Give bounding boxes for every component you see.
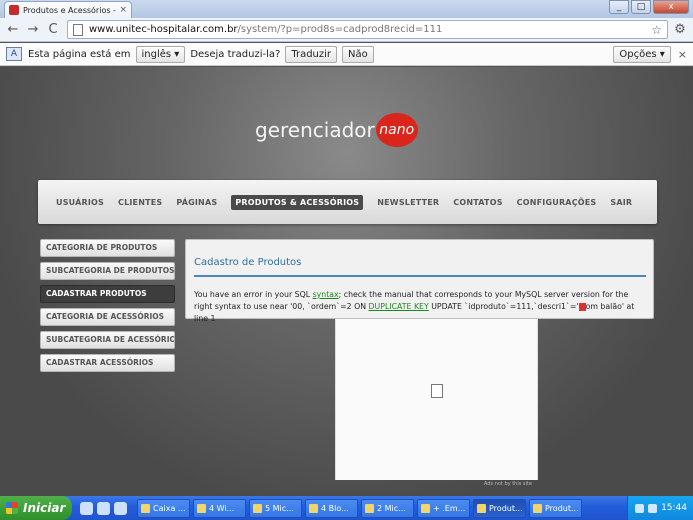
taskbar-item[interactable]: 2 Mic... (361, 498, 414, 518)
sidebar: CATEGORIA DE PRODUTOS SUBCATEGORIA DE PR… (40, 239, 175, 377)
quick-launch-icon[interactable] (114, 501, 127, 515)
error-text: You have an error in your SQL (194, 290, 313, 299)
menu-item-sair[interactable]: SAIR (610, 198, 632, 207)
url-host: www.unitec-hospitalar.com.br (89, 24, 238, 35)
maximize-button[interactable]: □ (631, 0, 651, 14)
menu-item-usuarios[interactable]: USUÁRIOS (56, 198, 104, 207)
task-buttons: Caixa ... 4 Wi... 5 Mic... 4 Blo... 2 Mi… (137, 498, 582, 518)
taskbar-item[interactable]: 5 Mic... (249, 498, 302, 518)
reload-icon[interactable]: C (44, 21, 62, 39)
tab-strip: Produtos e Acessórios - Unit × _ □ x (0, 0, 693, 18)
menu-item-newsletter[interactable]: NEWSLETTER (377, 198, 439, 207)
tab-close-icon[interactable]: × (119, 5, 127, 15)
bookmark-star-icon[interactable]: ☆ (651, 23, 662, 37)
close-window-button[interactable]: x (653, 0, 689, 14)
tray-icon[interactable] (648, 503, 658, 513)
logo-badge: nano (375, 113, 418, 147)
menu-item-paginas[interactable]: PÁGINAS (176, 198, 217, 207)
sidebar-item-cadastrar-produtos[interactable]: CADASTRAR PRODUTOS (40, 285, 175, 303)
sidebar-item-subcategoria-produtos[interactable]: SUBCATEGORIA DE PRODUTOS (40, 262, 175, 280)
translate-button[interactable]: Traduzir (285, 45, 338, 63)
task-icon (253, 503, 262, 513)
tab-title: Produtos e Acessórios - Unit (23, 5, 117, 15)
translate-icon: A (6, 47, 22, 61)
quick-launch-icon[interactable] (80, 501, 93, 515)
task-label: Caixa ... (153, 503, 186, 513)
translate-infobar: A Esta página está em inglês ▾ Deseja tr… (0, 43, 693, 66)
page-content: gerenciador nano USUÁRIOS CLIENTES PÁGIN… (0, 67, 693, 496)
taskbar: Iniciar Caixa ... 4 Wi... 5 Mic... 4 Blo… (0, 496, 693, 520)
menu-item-clientes[interactable]: CLIENTES (118, 198, 162, 207)
browser-toolbar: ← → C www.unitec-hospitalar.com.br/syste… (0, 18, 693, 42)
tray-icon[interactable] (635, 503, 645, 513)
windows-flag-icon (6, 502, 18, 514)
task-label: Produt... (489, 503, 523, 513)
sidebar-item-categoria-acessorios[interactable]: CATEGORIA DE ACESSÓRIOS (40, 308, 175, 326)
infobar-close-icon[interactable]: × (678, 48, 687, 61)
main-menu: USUÁRIOS CLIENTES PÁGINAS PRODUTOS & ACE… (38, 180, 657, 224)
start-button[interactable]: Iniciar (0, 496, 72, 520)
taskbar-item[interactable]: 4 Wi... (193, 498, 246, 518)
title-divider (194, 275, 646, 277)
start-label: Iniciar (23, 501, 66, 515)
taskbar-item[interactable]: Produt... (529, 498, 582, 518)
sidebar-item-cadastrar-acessorios[interactable]: CADASTRAR ACESSÓRIOS (40, 354, 175, 372)
task-icon (477, 503, 486, 513)
taskbar-item[interactable]: Produt... (473, 498, 526, 518)
browser-tab[interactable]: Produtos e Acessórios - Unit × (4, 1, 132, 18)
task-icon (365, 503, 374, 513)
page-title: Cadastro de Produtos (194, 257, 302, 268)
page-icon (73, 23, 83, 36)
task-label: + .Em... (433, 503, 466, 513)
task-label: 5 Mic... (265, 503, 294, 513)
error-text: UPDATE `idproduto`=111,`descri1`=' (428, 302, 579, 311)
quick-launch (80, 501, 127, 515)
ad-frame (335, 319, 538, 480)
logo: gerenciador nano (255, 112, 418, 148)
broken-image-icon (431, 384, 443, 398)
taskbar-item[interactable]: + .Em... (417, 498, 470, 518)
logo-word: gerenciador (255, 118, 375, 142)
wrench-menu-icon[interactable]: ⚙ (671, 21, 689, 39)
task-label: 2 Mic... (377, 503, 406, 513)
language-select[interactable]: inglês ▾ (135, 45, 186, 63)
content-panel: Cadastro de Produtos You have an error i… (185, 239, 654, 323)
back-icon[interactable]: ← (4, 21, 22, 39)
menu-item-produtos-acessorios[interactable]: PRODUTOS & ACESSÓRIOS (231, 194, 364, 210)
sidebar-item-categoria-produtos[interactable]: CATEGORIA DE PRODUTOS (40, 239, 175, 257)
clock: 15:44 (661, 503, 687, 513)
task-label: 4 Blo... (321, 503, 349, 513)
syntax-link[interactable]: syntax (313, 290, 339, 299)
url-path: /system/?p=prod8s=cadprod8recid=111 (237, 24, 443, 35)
task-icon (309, 503, 318, 513)
task-label: 4 Wi... (209, 503, 235, 513)
address-bar[interactable]: www.unitec-hospitalar.com.br/system/?p=p… (67, 20, 668, 39)
taskbar-item[interactable]: 4 Blo... (305, 498, 358, 518)
task-icon (141, 503, 150, 513)
task-icon (197, 503, 206, 513)
duplicate-key-link[interactable]: DUPLICATE KEY (369, 302, 429, 311)
window-controls: _ □ x (609, 0, 689, 14)
sidebar-item-subcategoria-acessorios[interactable]: SUBCATEGORIA DE ACESSÓRIOS (40, 331, 175, 349)
task-label: Produt... (545, 503, 579, 513)
forward-icon[interactable]: → (24, 21, 42, 39)
task-icon (421, 503, 430, 513)
quick-launch-icon[interactable] (97, 501, 110, 515)
minimize-button[interactable]: _ (609, 0, 629, 14)
system-tray: 15:44 (627, 496, 693, 520)
taskbar-item[interactable]: Caixa ... (137, 498, 190, 518)
translate-prefix: Esta página está em (28, 48, 131, 60)
options-button[interactable]: Opções ▾ (613, 45, 671, 63)
no-button[interactable]: Não (342, 45, 374, 63)
menu-item-contatos[interactable]: CONTATOS (453, 198, 502, 207)
ad-note: Ads not by this site (484, 481, 532, 487)
favicon-icon (9, 5, 19, 15)
menu-item-configuracoes[interactable]: CONFIGURAÇÕES (517, 198, 597, 207)
error-char-icon (578, 303, 586, 311)
task-icon (533, 503, 542, 513)
translate-question: Deseja traduzi-la? (190, 48, 281, 60)
